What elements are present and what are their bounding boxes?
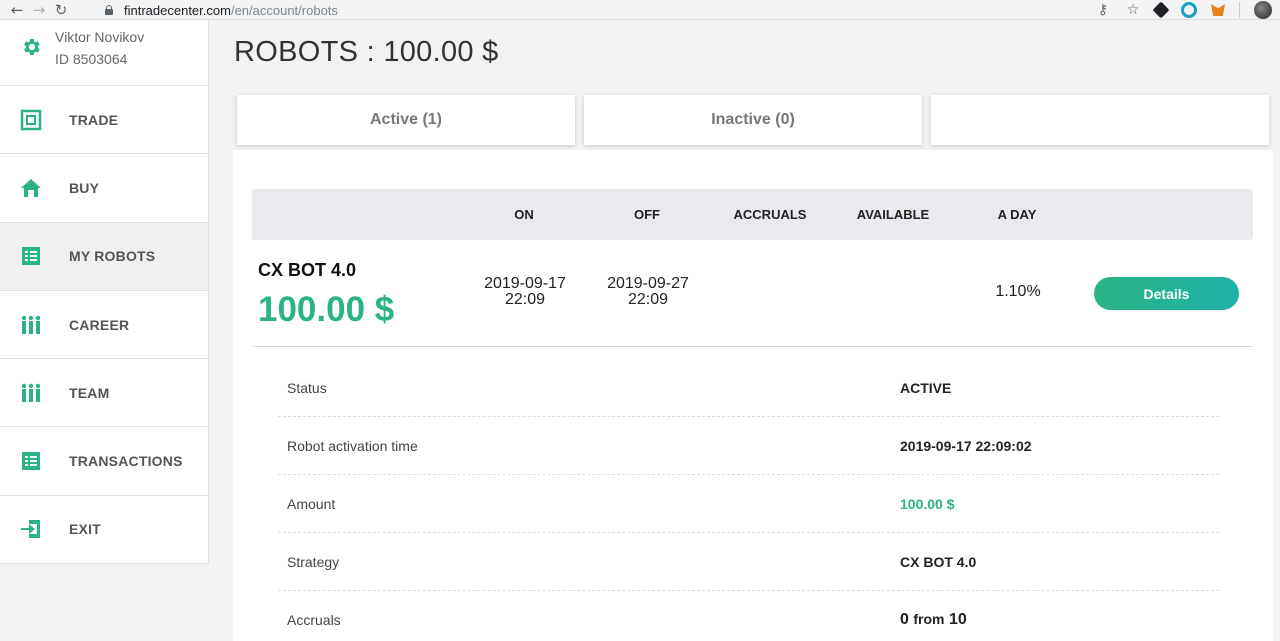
sidebar: Viktor Novikov ID 8503064 TRADE BUY MY R… [0, 20, 209, 565]
back-arrow-icon[interactable]: ← [6, 0, 28, 20]
sidebar-item-transactions[interactable]: TRANSACTIONS [0, 427, 208, 496]
gear-icon[interactable] [20, 36, 42, 58]
tab-active[interactable]: Active (1) [237, 95, 575, 145]
sidebar-item-label: MY ROBOTS [69, 248, 156, 265]
detail-key: Strategy [287, 553, 340, 570]
profile-id: ID 8503064 [55, 51, 128, 67]
detail-row-activation: Robot activation time 2019-09-17 22:09:0… [278, 417, 1219, 475]
sidebar-item-team[interactable]: TEAM [0, 359, 208, 428]
people-icon [21, 315, 41, 334]
trade-icon [20, 109, 42, 130]
profile-block: Viktor Novikov ID 8503064 [0, 20, 208, 86]
tab-inactive[interactable]: Inactive (0) [584, 95, 922, 145]
sidebar-item-my-robots[interactable]: MY ROBOTS [0, 222, 208, 291]
reload-icon[interactable]: ↻ [50, 0, 72, 20]
page-title: ROBOTS : 100.00 $ [234, 36, 499, 68]
cube-extension-icon[interactable] [1152, 1, 1170, 19]
sidebar-item-buy[interactable]: BUY [0, 154, 208, 223]
table-header: ON OFF ACCRUALS AVAILABLE A DAY [252, 189, 1253, 240]
detail-key: Amount [287, 495, 336, 512]
people-icon [21, 383, 41, 402]
robots-panel: ON OFF ACCRUALS AVAILABLE A DAY CX BOT 4… [233, 150, 1273, 641]
fox-extension-icon[interactable] [1211, 4, 1225, 16]
exit-icon [21, 520, 40, 539]
detail-row-accruals: Accruals 0 from 10 [278, 591, 1219, 641]
header-a-day: A DAY [997, 207, 1037, 222]
sidebar-item-trade[interactable]: TRADE [0, 86, 208, 155]
header-available: AVAILABLE [856, 207, 930, 222]
address-bar[interactable]: fintradecenter.com/en/account/robots [104, 0, 1134, 20]
sidebar-item-label: TRADE [69, 111, 119, 128]
home-icon [21, 178, 41, 197]
sidebar-item-label: TRANSACTIONS [69, 453, 183, 470]
header-on: ON [514, 207, 534, 222]
sidebar-item-exit[interactable]: EXIT [0, 496, 208, 565]
accruals-total: 10 [948, 611, 967, 628]
detail-value: 100.00 $ [900, 495, 955, 512]
robot-tabs: Active (1) Inactive (0) [237, 95, 1269, 145]
robot-amount: 100.00 $ [258, 290, 395, 329]
detail-key: Status [287, 379, 327, 396]
sidebar-item-label: CAREER [69, 316, 130, 333]
list-icon [22, 452, 40, 471]
on-date: 2019-09-17 [484, 275, 566, 292]
header-accruals: ACCRUALS [733, 207, 807, 222]
off-time: 22:09 [627, 291, 669, 308]
off-date: 2019-09-27 [607, 275, 689, 292]
ring-extension-icon[interactable] [1181, 2, 1197, 18]
detail-value: CX BOT 4.0 [900, 553, 977, 570]
detail-key: Robot activation time [287, 437, 418, 454]
sidebar-item-label: EXIT [69, 521, 101, 538]
detail-value: 2019-09-17 22:09:02 [900, 437, 1032, 454]
profile-avatar-icon[interactable] [1254, 1, 1272, 19]
extension-icons: ⚷ ☆ [1095, 0, 1272, 20]
profile-name: Viktor Novikov [55, 29, 145, 45]
robot-name: CX BOT 4.0 [258, 260, 357, 280]
toolbar-divider [1239, 2, 1240, 18]
sidebar-item-career[interactable]: CAREER [0, 291, 208, 360]
robot-a-day: 1.10% [995, 283, 1041, 300]
key-icon[interactable]: ⚷ [1095, 2, 1111, 18]
robot-on-date: 2019-09-17 22:09 [465, 276, 585, 308]
on-time: 22:09 [504, 291, 546, 308]
sidebar-item-label: BUY [69, 179, 100, 196]
detail-row-strategy: Strategy CX BOT 4.0 [278, 533, 1219, 591]
row-divider [252, 346, 1253, 347]
detail-value: 0 from 10 [900, 611, 967, 629]
lock-icon [104, 5, 114, 15]
sidebar-item-label: TEAM [69, 384, 110, 401]
detail-value: ACTIVE [900, 379, 952, 396]
accruals-count: 0 [900, 611, 909, 628]
detail-row-amount: Amount 100.00 $ [278, 475, 1219, 533]
robot-off-date: 2019-09-27 22:09 [588, 276, 708, 308]
details-button[interactable]: Details [1094, 277, 1239, 310]
detail-key: Accruals [287, 612, 341, 628]
accruals-from: from [913, 611, 945, 627]
star-icon[interactable]: ☆ [1125, 2, 1141, 18]
forward-arrow-icon[interactable]: → [28, 0, 50, 20]
url-path: /en/account/robots [230, 2, 338, 18]
list-icon [22, 247, 40, 266]
tab-empty[interactable] [931, 95, 1269, 145]
header-off: OFF [634, 207, 660, 222]
detail-row-status: Status ACTIVE [278, 359, 1219, 417]
url-host: fintradecenter.com [124, 2, 231, 18]
browser-toolbar: ← → ↻ fintradecenter.com/en/account/robo… [0, 0, 1280, 20]
